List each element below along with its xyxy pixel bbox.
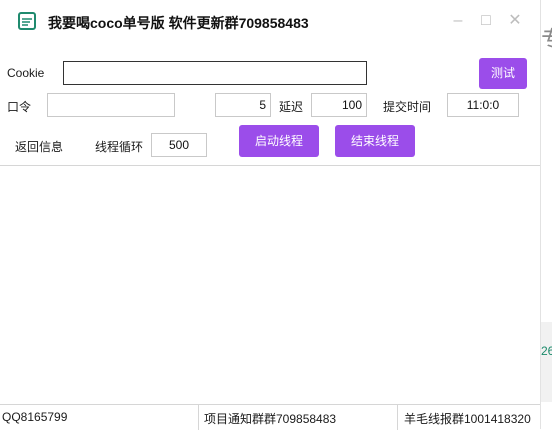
close-button[interactable]: ✕ bbox=[505, 10, 525, 32]
code-input[interactable] bbox=[47, 93, 175, 117]
status-qq: QQ8165799 bbox=[2, 410, 68, 424]
cookie-input[interactable] bbox=[63, 61, 367, 85]
stop-threads-button[interactable]: 结束线程 bbox=[335, 125, 415, 157]
minimize-button[interactable]: – bbox=[448, 10, 468, 32]
cookie-label: Cookie bbox=[7, 66, 45, 80]
test-button[interactable]: 测试 bbox=[479, 58, 527, 89]
delay-input[interactable] bbox=[311, 93, 367, 117]
code-label: 口令 bbox=[7, 100, 32, 114]
app-window: 我要喝coco单号版 软件更新群709858483 – □ ✕ Cookie 测… bbox=[0, 0, 541, 430]
status-notify-group: 项目通知群群709858483 bbox=[204, 412, 337, 426]
background-number: 26 bbox=[541, 344, 552, 358]
title-bar: 我要喝coco单号版 软件更新群709858483 – □ ✕ bbox=[0, 0, 540, 44]
start-threads-button[interactable]: 启动线程 bbox=[239, 125, 319, 157]
submit-time-label: 提交时间 bbox=[383, 100, 432, 114]
window-title: 我要喝coco单号版 软件更新群709858483 bbox=[48, 15, 309, 31]
thread-loop-input[interactable] bbox=[151, 133, 207, 157]
app-logo-icon bbox=[18, 12, 36, 30]
log-output-area[interactable] bbox=[0, 165, 540, 404]
thread-loop-label: 线程循环 bbox=[95, 140, 144, 154]
background-strip bbox=[541, 322, 552, 402]
status-report-group: 羊毛线报群1001418320 bbox=[404, 412, 531, 426]
status-separator bbox=[198, 405, 199, 430]
status-bar: QQ8165799 项目通知群群709858483 羊毛线报群100141832… bbox=[0, 404, 540, 430]
submit-time-input[interactable] bbox=[447, 93, 519, 117]
return-info-label: 返回信息 bbox=[15, 140, 64, 154]
delay-label: 延迟 bbox=[279, 100, 304, 114]
status-separator bbox=[397, 405, 398, 430]
maximize-button[interactable]: □ bbox=[476, 10, 496, 32]
threads-input[interactable] bbox=[215, 93, 271, 117]
background-glyph: 专 bbox=[541, 20, 552, 55]
